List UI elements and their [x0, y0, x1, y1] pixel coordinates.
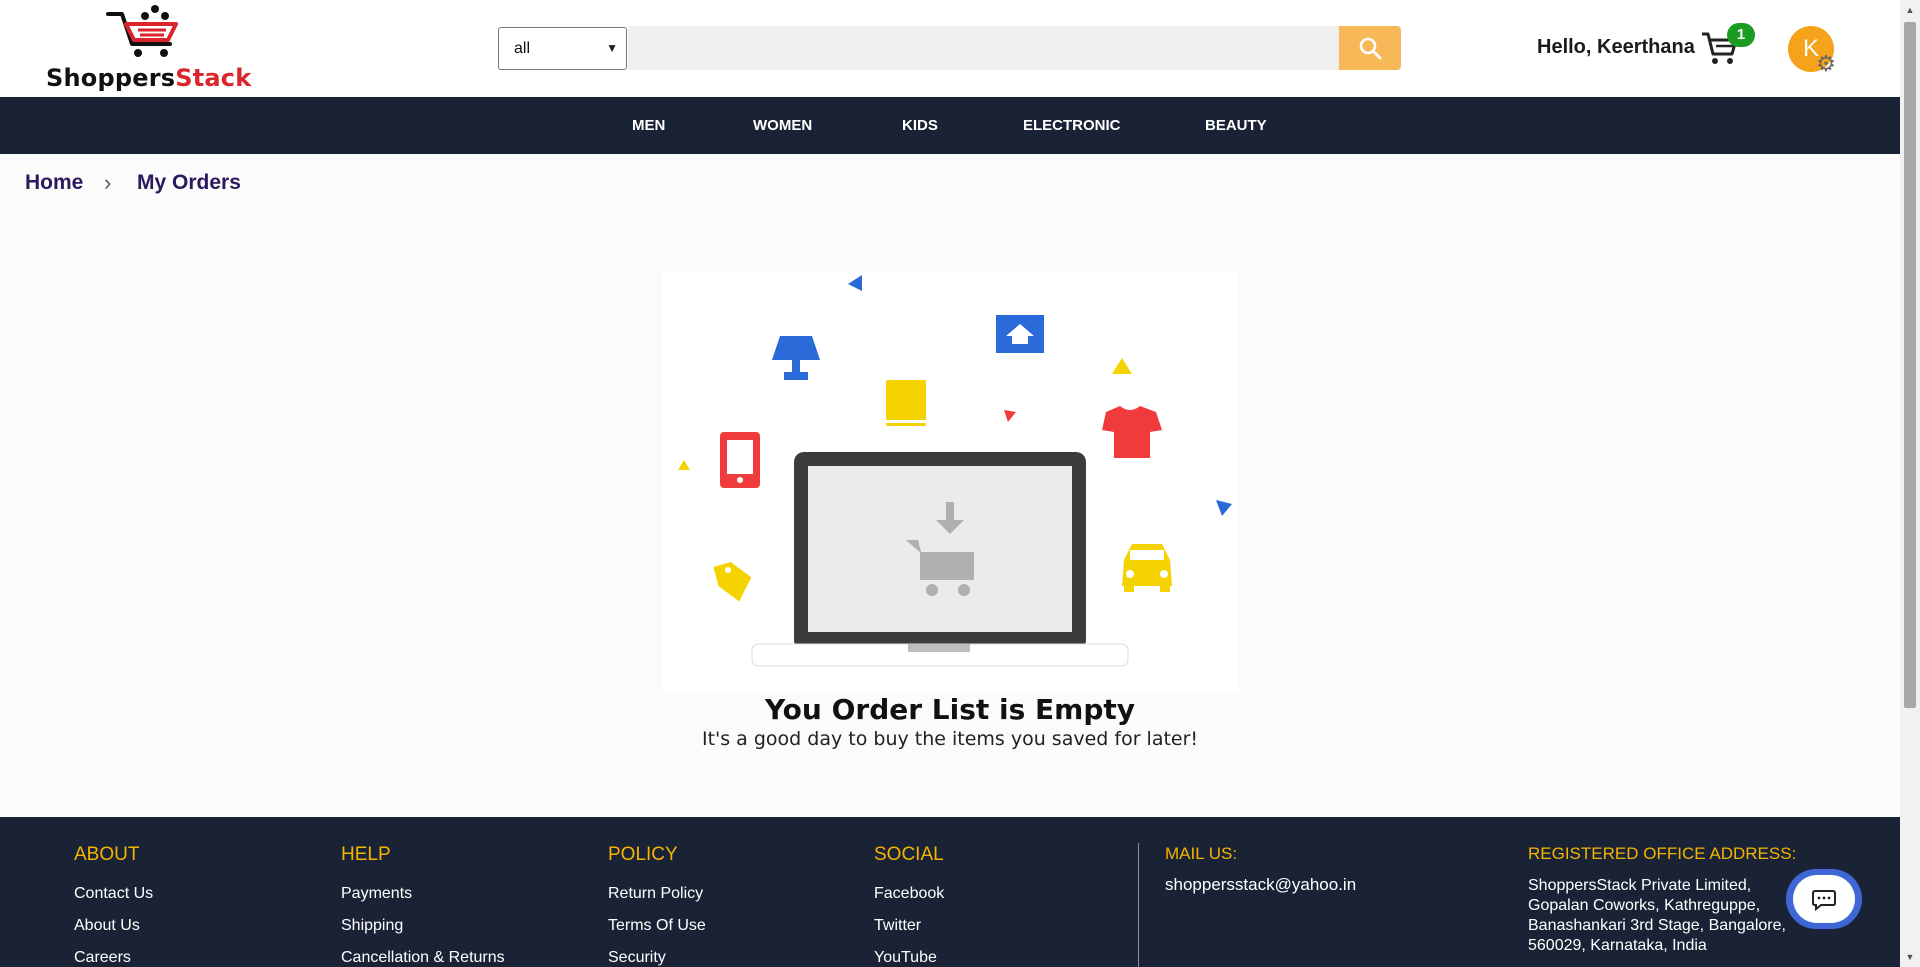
logo[interactable]: ShoppersStack: [44, 4, 264, 92]
chat-icon: [1812, 890, 1836, 912]
chat-button[interactable]: [1786, 869, 1862, 929]
search-input[interactable]: [628, 26, 1340, 70]
footer-policy-title: POLICY: [608, 844, 678, 865]
breadcrumb-home[interactable]: Home: [25, 171, 83, 195]
footer-office-title: REGISTERED OFFICE ADDRESS:: [1528, 844, 1797, 863]
footer-office-line-4: 560029, Karnataka, India: [1528, 937, 1707, 954]
footer-link-facebook[interactable]: Facebook: [874, 885, 944, 903]
empty-state-subtitle: It's a good day to buy the items you sav…: [701, 728, 1199, 750]
nav-item-electronic[interactable]: ELECTRONIC: [1023, 97, 1121, 154]
footer-link-security[interactable]: Security: [608, 949, 666, 967]
gear-icon[interactable]: ⚙: [1814, 52, 1838, 76]
footer: ABOUT Contact Us About Us Careers HELP P…: [0, 817, 1900, 967]
footer-link-terms-of-use[interactable]: Terms Of Use: [608, 917, 706, 935]
page-scrollbar[interactable]: ▲ ▼: [1900, 0, 1920, 967]
footer-social-title: SOCIAL: [874, 844, 944, 865]
empty-orders-illustration: [662, 272, 1238, 692]
chat-button-inner: [1793, 875, 1855, 923]
logo-text: ShoppersStack: [46, 64, 251, 92]
footer-about-title: ABOUT: [74, 844, 140, 865]
top-header: ShoppersStack all ▼ Hello, Keerthana 1 K…: [0, 0, 1900, 97]
search-category-value: all: [514, 40, 531, 57]
category-nav: MEN WOMEN KIDS ELECTRONIC BEAUTY: [0, 97, 1900, 154]
footer-link-shipping[interactable]: Shipping: [341, 917, 403, 935]
scroll-down-icon[interactable]: ▼: [1905, 952, 1915, 962]
footer-link-payments[interactable]: Payments: [341, 885, 412, 903]
footer-help-title: HELP: [341, 844, 391, 865]
logo-text-accent: Stack: [175, 64, 252, 92]
footer-link-youtube[interactable]: YouTube: [874, 949, 937, 967]
empty-state-title: You Order List is Empty: [764, 693, 1136, 726]
nav-item-women[interactable]: WOMEN: [753, 97, 812, 154]
footer-link-contact-us[interactable]: Contact Us: [74, 885, 153, 903]
footer-link-careers[interactable]: Careers: [74, 949, 131, 967]
footer-link-about-us[interactable]: About Us: [74, 917, 140, 935]
breadcrumb-separator-icon: ›: [104, 170, 112, 195]
footer-office-line-3: Banashankari 3rd Stage, Bangalore,: [1528, 917, 1786, 934]
user-greeting: Hello, Keerthana: [1537, 36, 1695, 58]
footer-link-cancellation-returns[interactable]: Cancellation & Returns: [341, 949, 505, 967]
scroll-thumb[interactable]: [1904, 22, 1916, 708]
footer-link-return-policy[interactable]: Return Policy: [608, 885, 703, 903]
footer-email-link[interactable]: shoppersstack@yahoo.in: [1165, 875, 1356, 895]
footer-office-line-2: Gopalan Coworks, Kathreguppe,: [1528, 897, 1761, 914]
search-button[interactable]: [1339, 26, 1401, 70]
footer-link-twitter[interactable]: Twitter: [874, 917, 921, 935]
footer-mail-title: MAIL US:: [1165, 844, 1238, 863]
search-category-select[interactable]: all ▼: [498, 27, 627, 70]
footer-office-line-1: ShoppersStack Private Limited,: [1528, 877, 1752, 894]
search-icon: [1359, 37, 1382, 60]
footer-divider: [1138, 843, 1139, 967]
nav-item-beauty[interactable]: BEAUTY: [1205, 97, 1267, 154]
chevron-down-icon: ▼: [606, 41, 618, 55]
nav-item-kids[interactable]: KIDS: [902, 97, 938, 154]
nav-item-men[interactable]: MEN: [632, 97, 665, 154]
logo-cart-icon: [106, 5, 178, 57]
cart-count-badge: 1: [1727, 23, 1755, 47]
scroll-up-icon[interactable]: ▲: [1905, 5, 1915, 15]
logo-text-main: Shoppers: [46, 64, 176, 92]
breadcrumb-current[interactable]: My Orders: [137, 171, 241, 195]
